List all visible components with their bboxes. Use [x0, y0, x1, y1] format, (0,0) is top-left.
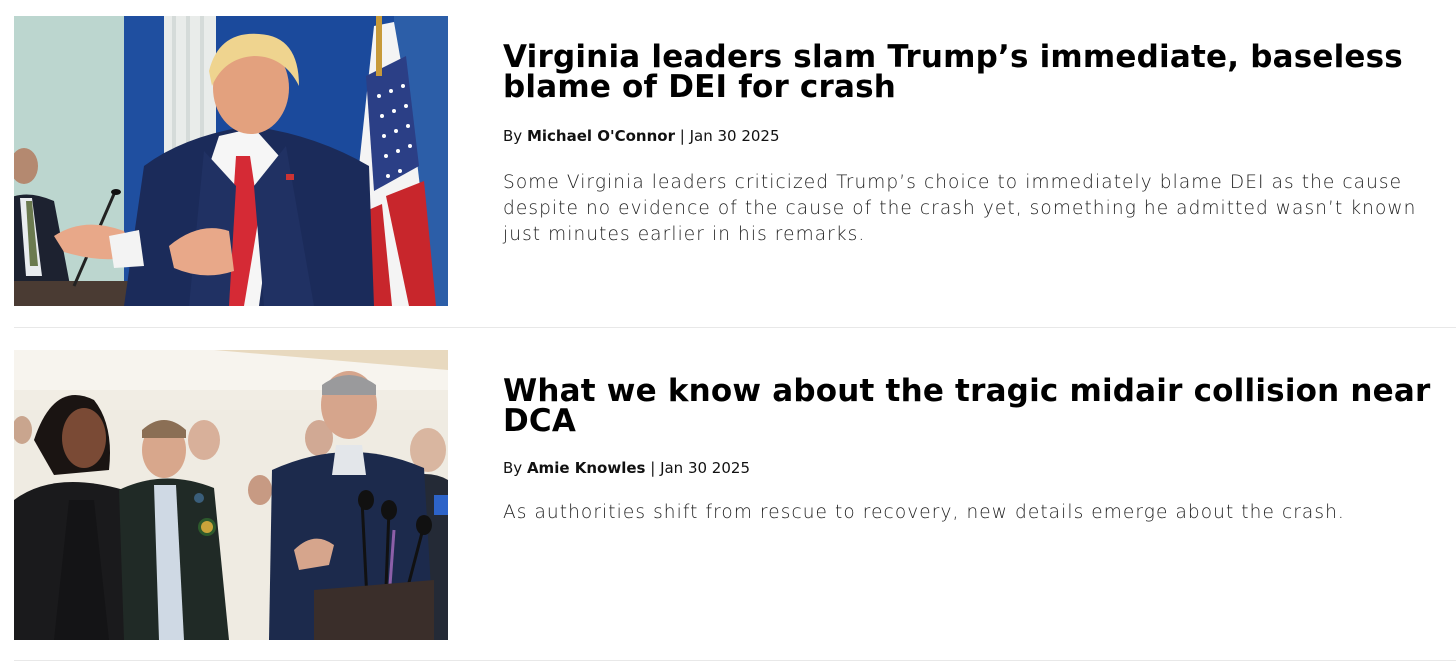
author-link[interactable]: Michael O'Connor	[527, 127, 675, 145]
byline-prefix: By	[503, 127, 523, 145]
article-content: Virginia leaders slam Trump’s immediate,…	[503, 42, 1442, 248]
article-feed: Virginia leaders slam Trump’s immediate,…	[0, 0, 1456, 664]
article-thumbnail[interactable]	[14, 350, 448, 640]
author-link[interactable]: Amie Knowles	[527, 459, 645, 477]
officials-briefing-photo	[14, 350, 448, 640]
publish-date: Jan 30 2025	[660, 459, 750, 477]
article-card: Virginia leaders slam Trump’s immediate,…	[0, 0, 1456, 328]
article-summary: Some Virginia leaders criticized Trump’s…	[503, 172, 1417, 245]
article-thumbnail[interactable]	[14, 16, 448, 306]
article-headline[interactable]: What we know about the tragic midair col…	[503, 376, 1442, 437]
publish-date: Jan 30 2025	[689, 127, 780, 145]
press-conference-photo	[14, 16, 448, 306]
byline: By Amie Knowles | Jan 30 2025	[503, 458, 1442, 478]
article-headline[interactable]: Virginia leaders slam Trump’s immediate,…	[503, 42, 1442, 103]
article-card: What we know about the tragic midair col…	[0, 328, 1456, 664]
byline-separator: |	[679, 127, 685, 145]
byline: By Michael O'Connor | Jan 30 2025	[503, 126, 1442, 146]
article-divider	[14, 660, 1456, 661]
article-content: What we know about the tragic midair col…	[503, 376, 1442, 526]
article-summary: As authorities shift from rescue to reco…	[503, 502, 1345, 523]
byline-prefix: By	[503, 459, 523, 477]
byline-separator: |	[650, 459, 656, 477]
